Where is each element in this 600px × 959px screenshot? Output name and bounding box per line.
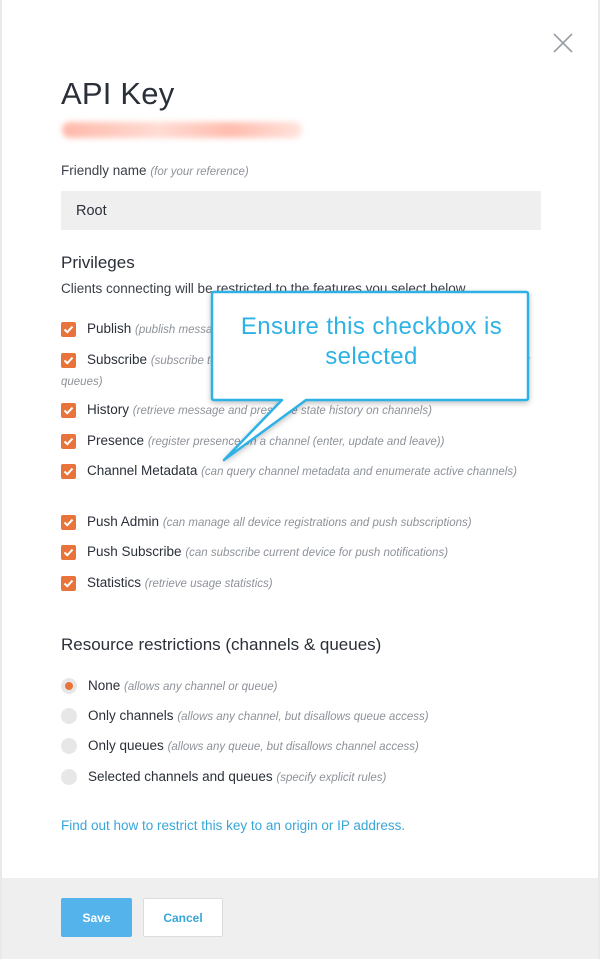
callout-text: Ensure this checkbox is selected [220,312,523,372]
privilege-push-subscribe[interactable]: Push Subscribe (can subscribe current de… [61,542,531,563]
checkmark-icon [63,325,74,334]
close-button[interactable] [550,30,576,56]
close-icon [553,33,573,53]
friendly-name-label-text: Friendly name [61,163,147,178]
only-channels-radio[interactable] [61,708,77,724]
dialog-footer: Save Cancel [2,878,598,959]
save-button[interactable]: Save [61,898,132,937]
privilege-push-admin[interactable]: Push Admin (can manage all device regist… [61,512,531,533]
push-admin-label: Push Admin [87,514,160,529]
selected-channels-radio[interactable] [61,769,77,785]
restriction-option-selected[interactable]: Selected channels and queues (specify ex… [61,767,386,788]
presence-checkbox[interactable] [61,434,76,449]
push-admin-checkbox[interactable] [61,515,76,530]
privilege-presence[interactable]: Presence (register presence on a channel… [61,431,531,452]
restriction-option-none[interactable]: None (allows any channel or queue) [61,676,277,697]
checkmark-icon [63,579,74,588]
friendly-name-input[interactable] [61,191,541,230]
history-checkbox[interactable] [61,403,76,418]
presence-label: Presence [87,433,145,448]
callout-line-1: Ensure this checkbox is [240,313,503,340]
cancel-button[interactable]: Cancel [143,898,223,937]
statistics-hint: (retrieve usage statistics) [144,578,273,590]
subscribe-checkbox[interactable] [61,353,76,368]
channel-metadata-label: Channel Metadata [87,463,198,478]
channel-metadata-checkbox[interactable] [61,464,76,479]
none-hint: (allows any channel or queue) [124,681,278,693]
only-queues-hint: (allows any queue, but disallows channel… [167,741,419,753]
history-label: History [87,402,130,417]
annotation-callout: Ensure this checkbox is selected [210,290,530,462]
dialog-title: API Key [61,76,175,111]
checkmark-icon [63,518,74,527]
subscribe-label: Subscribe [87,352,148,367]
only-channels-label: Only channels [88,708,174,723]
callout-line-2: selected [325,343,418,370]
only-queues-label: Only queues [88,738,164,753]
checkmark-icon [63,437,74,446]
restriction-option-only-channels[interactable]: Only channels (allows any channel, but d… [61,706,429,727]
checkmark-icon [63,548,74,557]
checkmark-icon [63,356,74,365]
friendly-name-hint: (for your reference) [150,166,249,178]
push-subscribe-hint: (can subscribe current device for push n… [185,547,449,559]
presence-hint: (register presence on a channel (enter, … [147,436,445,448]
restriction-option-only-queues[interactable]: Only queues (allows any queue, but disal… [61,736,419,757]
none-radio[interactable] [61,678,77,694]
statistics-label: Statistics [87,575,142,590]
selected-channels-hint: (specify explicit rules) [276,772,387,784]
api-key-value-redacted [62,122,302,138]
selected-channels-label: Selected channels and queues [88,769,273,784]
channel-metadata-hint: (can query channel metadata and enumerat… [201,466,517,478]
publish-checkbox[interactable] [61,322,76,337]
checkmark-icon [63,467,74,476]
privilege-statistics[interactable]: Statistics (retrieve usage statistics) [61,573,531,594]
push-subscribe-checkbox[interactable] [61,545,76,560]
only-channels-hint: (allows any channel, but disallows queue… [177,711,429,723]
api-key-dialog: API Key Friendly name (for your referenc… [2,0,598,959]
push-subscribe-label: Push Subscribe [87,544,182,559]
push-admin-hint: (can manage all device registrations and… [162,517,472,529]
statistics-checkbox[interactable] [61,576,76,591]
friendly-name-label: Friendly name (for your reference) [61,163,249,178]
publish-label: Publish [87,321,132,336]
checkmark-icon [63,406,74,415]
privileges-heading: Privileges [61,253,135,272]
privilege-channel-metadata[interactable]: Channel Metadata (can query channel meta… [61,461,531,482]
only-queues-radio[interactable] [61,738,77,754]
none-label: None [88,678,121,693]
restrict-origin-link[interactable]: Find out how to restrict this key to an … [61,818,405,833]
resource-restrictions-heading: Resource restrictions (channels & queues… [61,635,382,654]
